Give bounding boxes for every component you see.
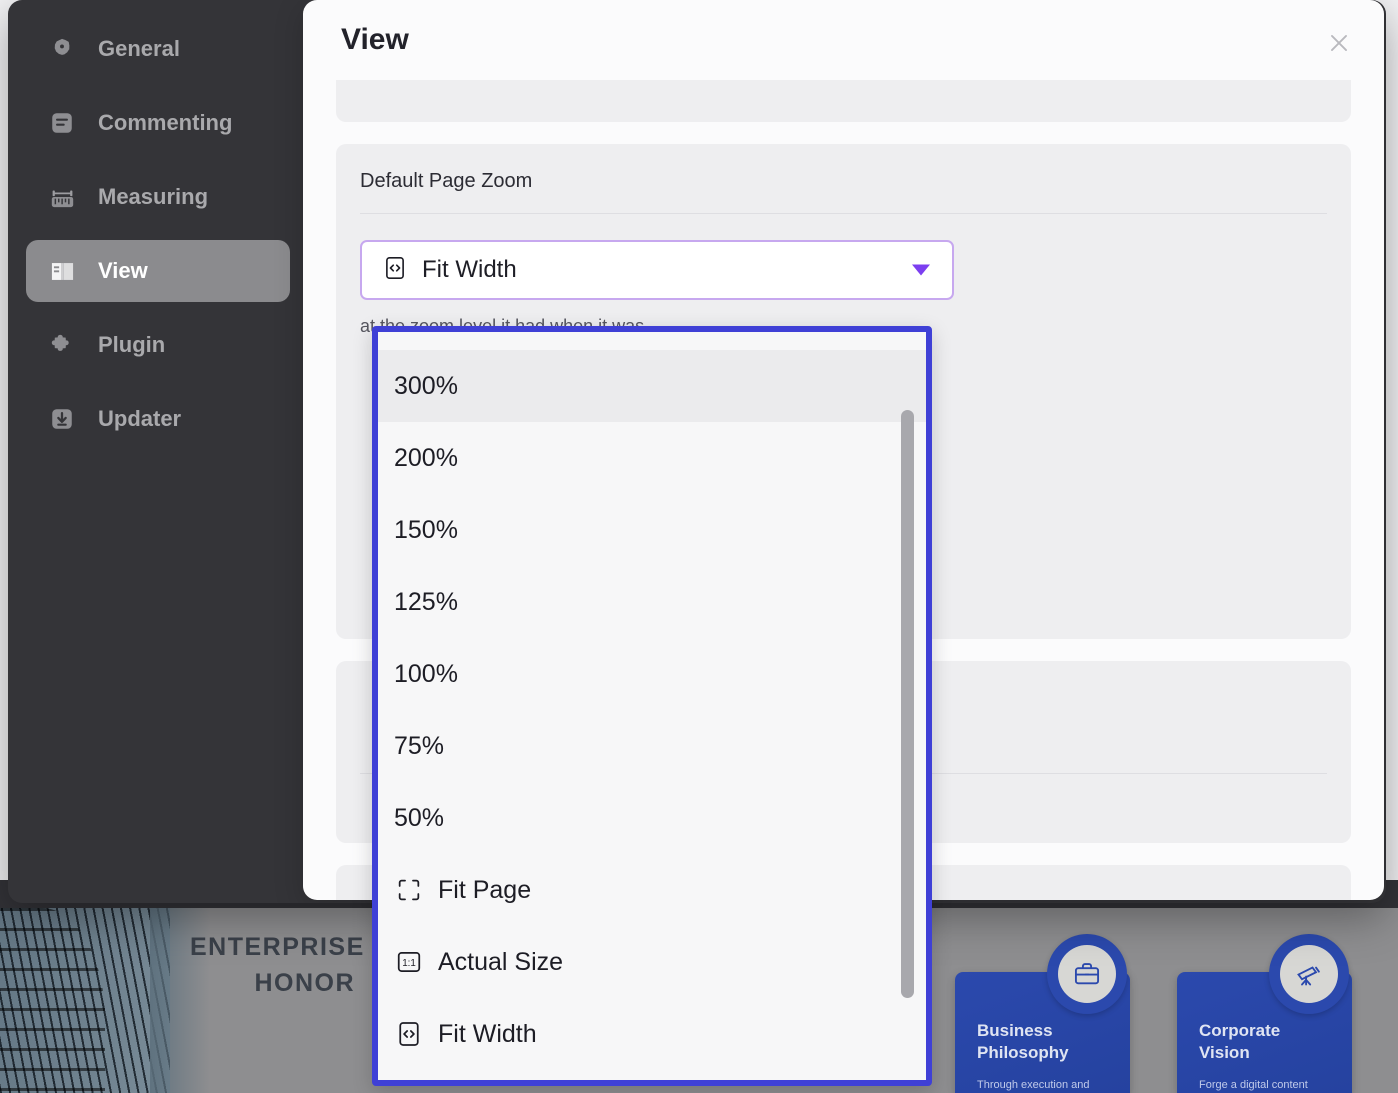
list-item-50[interactable]: 50%	[378, 782, 926, 854]
comment-document-icon	[46, 107, 78, 139]
option-label: 200%	[394, 444, 458, 473]
option-label: 125%	[394, 588, 458, 617]
list-item-fit-page[interactable]: Fit Page	[378, 854, 926, 926]
settings-sidebar: General Commenting	[8, 0, 308, 903]
listbox-scrollbar[interactable]	[906, 332, 920, 1080]
chevron-down-icon[interactable]	[912, 265, 930, 276]
list-item-fit-width[interactable]: Fit Width	[378, 998, 926, 1070]
list-item-125[interactable]: 125%	[378, 566, 926, 638]
sidebar-item-label: Plugin	[98, 332, 165, 358]
card-label: Corporate Vision	[1199, 1020, 1329, 1064]
sidebar-item-label: Updater	[98, 406, 181, 432]
select-value: Fit Width	[422, 256, 517, 284]
list-item-200[interactable]: 200%	[378, 422, 926, 494]
document-cards: Business Philosophy Through execution an…	[955, 934, 1385, 1093]
page-title: View	[341, 23, 409, 57]
option-label: Fit Page	[438, 876, 531, 905]
default-page-zoom-select[interactable]: Fit Width	[360, 240, 954, 300]
svg-text:1:1: 1:1	[402, 958, 416, 969]
telescope-icon	[1269, 934, 1349, 1014]
document-title: ENTERPRISE HONOR	[190, 930, 355, 1001]
briefcase-icon	[1047, 934, 1127, 1014]
card-subtext: Forge a digital content	[1199, 1078, 1339, 1092]
sidebar-item-updater[interactable]: Updater	[26, 388, 290, 450]
zoom-options-listbox[interactable]: 300% 200% 150% 125% 100% 75% 50%	[372, 326, 932, 1086]
list-item-150[interactable]: 150%	[378, 494, 926, 566]
card-label: Business Philosophy	[977, 1020, 1107, 1064]
scrollbar-thumb[interactable]	[901, 410, 914, 998]
section-card-partial	[336, 80, 1351, 122]
card-subtext: Through execution and	[977, 1078, 1117, 1092]
option-label: Actual Size	[438, 948, 563, 977]
sidebar-item-plugin[interactable]: Plugin	[26, 314, 290, 376]
sidebar-item-view[interactable]: View	[26, 240, 290, 302]
building-photo	[0, 908, 170, 1093]
listbox-scroll-area[interactable]: 300% 200% 150% 125% 100% 75% 50%	[378, 332, 926, 1080]
sidebar-item-label: Measuring	[98, 184, 208, 210]
close-icon[interactable]	[1322, 26, 1356, 60]
puzzle-icon	[46, 329, 78, 361]
screen: ENTERPRISE HONOR Business Philosophy Thr…	[0, 0, 1398, 1093]
sidebar-item-label: View	[98, 258, 148, 284]
list-item-actual-size[interactable]: 1:1 Actual Size	[378, 926, 926, 998]
book-icon	[46, 255, 78, 287]
fit-page-icon	[394, 875, 424, 905]
gear-icon	[46, 33, 78, 65]
download-arrow-icon	[46, 403, 78, 435]
ruler-icon	[46, 181, 78, 213]
fit-width-icon	[382, 255, 408, 286]
document-title-line-2: HONOR	[190, 966, 355, 1002]
option-label: Fit Width	[438, 1020, 537, 1049]
sidebar-item-measuring[interactable]: Measuring	[26, 166, 290, 228]
divider	[360, 213, 1327, 214]
sidebar-item-general[interactable]: General	[26, 18, 290, 80]
option-label: 75%	[394, 732, 444, 761]
sidebar-item-commenting[interactable]: Commenting	[26, 92, 290, 154]
dialog-header: View	[303, 0, 1384, 80]
section-title: Default Page Zoom	[360, 170, 1327, 193]
list-item-300[interactable]: 300%	[378, 350, 926, 422]
option-label: 150%	[394, 516, 458, 545]
option-label: 50%	[394, 804, 444, 833]
document-title-line-1: ENTERPRISE	[190, 930, 355, 966]
option-label: 100%	[394, 660, 458, 689]
actual-size-icon: 1:1	[394, 947, 424, 977]
option-label: 300%	[394, 372, 458, 401]
sidebar-item-label: Commenting	[98, 110, 232, 136]
fit-width-icon	[394, 1019, 424, 1049]
list-item-100[interactable]: 100%	[378, 638, 926, 710]
sidebar-item-label: General	[98, 36, 180, 62]
list-item-75[interactable]: 75%	[378, 710, 926, 782]
